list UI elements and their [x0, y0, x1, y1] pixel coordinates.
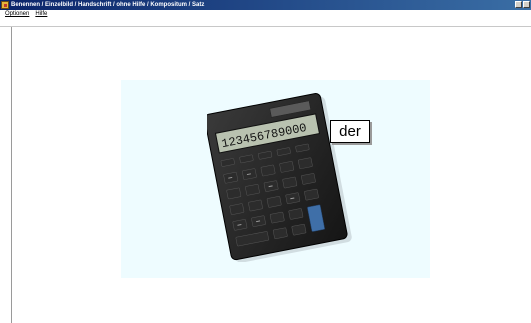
menu-divider [0, 26, 531, 27]
menu-optionen[interactable]: Optionen [2, 10, 32, 18]
window-controls [515, 1, 530, 8]
left-border [11, 27, 12, 323]
calculator-image: 123456789000 [207, 93, 352, 262]
title-bar[interactable]: Benennen / Einzelbild / Handschrift / oh… [0, 0, 531, 10]
close-button[interactable] [523, 1, 530, 8]
app-icon[interactable] [1, 1, 9, 9]
picture-panel: 123456789000 [121, 80, 430, 278]
window-title: Benennen / Einzelbild / Handschrift / oh… [11, 2, 205, 8]
word-label[interactable]: der [330, 120, 370, 143]
maximize-button[interactable] [515, 1, 522, 8]
menu-hilfe[interactable]: Hilfe [32, 10, 50, 18]
menu-bar: Optionen Hilfe [0, 10, 531, 18]
